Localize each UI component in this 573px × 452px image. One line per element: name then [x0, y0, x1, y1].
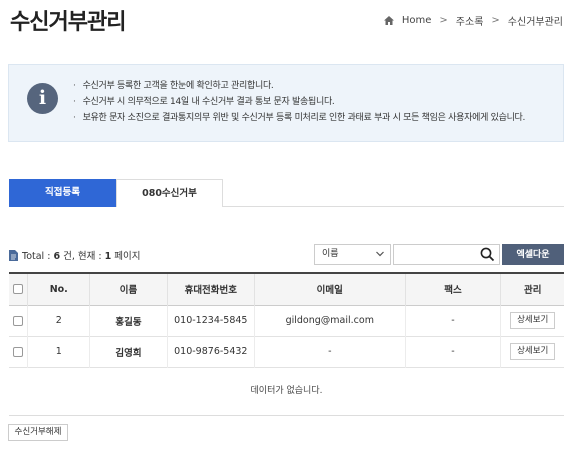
row-phone: 010-9876-5432 [166, 336, 255, 367]
table-row: 1 김영희 010-9876-5432 - - 상세보기 [9, 336, 564, 367]
row-checkbox[interactable] [13, 346, 23, 357]
row-phone: 010-1234-5845 [166, 305, 255, 336]
breadcrumb: Home > 주소록 > 수신거부관리 [383, 13, 563, 28]
row-manage: 상세보기 [500, 305, 564, 336]
header-fax: 팩스 [404, 273, 501, 305]
header-manage: 관리 [500, 273, 564, 305]
header-email: 이메일 [254, 273, 405, 305]
info-icon: i [27, 83, 58, 114]
breadcrumb-separator: > [439, 15, 448, 26]
row-checkbox-cell [9, 336, 28, 367]
table-row: 2 홍길동 010-1234-5845 gildong@mail.com - 상… [9, 305, 564, 336]
breadcrumb-address-book[interactable]: 주소록 [456, 13, 484, 28]
info-line-1: 수신거부 등록한 고객을 한눈에 확인하고 관리합니다. [73, 78, 525, 94]
detail-button[interactable]: 상세보기 [510, 343, 556, 360]
info-line-3: 보유한 문자 소진으로 결과통지의무 위반 및 수신거부 등록 미처리로 인한 … [73, 110, 526, 126]
total-text: Total : 6 건, 현재 : 1 페이지 [22, 251, 141, 262]
table-header-row: No. 이름 휴대전화번호 이메일 팩스 관리 [9, 273, 564, 305]
row-checkbox[interactable] [13, 315, 23, 326]
tab-080-reject[interactable]: 080수신거부 [116, 179, 223, 207]
breadcrumb-separator: > [491, 15, 500, 26]
header-no: No. [27, 273, 90, 305]
info-line-2: 수신거부 시 의무적으로 14일 내 수신거부 결과 통보 문자 발송됩니다. [73, 94, 525, 110]
search-field-value: 이름 [322, 249, 339, 259]
excel-download-button[interactable]: 엑셀다운 [502, 244, 564, 265]
tab-direct-register[interactable]: 직접등록 [9, 179, 116, 207]
release-reject-button[interactable]: 수신거부해제 [8, 424, 68, 441]
select-all-cell [9, 273, 28, 305]
home-icon[interactable] [383, 16, 394, 25]
total-summary: Total : 6 건, 현재 : 1 페이지 [9, 248, 140, 262]
breadcrumb-home[interactable]: Home [402, 15, 432, 26]
header-phone: 휴대전화번호 [166, 273, 255, 305]
row-checkbox-cell [9, 305, 28, 336]
row-no: 2 [27, 305, 90, 336]
row-manage: 상세보기 [500, 336, 564, 367]
row-fax: - [404, 336, 501, 367]
tab-bar: 직접등록 080수신거부 [9, 179, 564, 207]
info-box: i 수신거부 등록한 고객을 한눈에 확인하고 관리합니다. 수신거부 시 의무… [8, 64, 564, 142]
row-fax: - [404, 305, 501, 336]
search-icon[interactable] [480, 247, 495, 262]
empty-message: 데이터가 없습니다. [9, 366, 564, 416]
header-name: 이름 [89, 273, 168, 305]
document-icon [9, 249, 18, 261]
row-name: 김영희 [89, 336, 168, 367]
row-email: gildong@mail.com [254, 305, 405, 336]
row-name: 홍길동 [89, 305, 168, 336]
search-field-select[interactable]: 이름 [314, 244, 391, 265]
chevron-down-icon [376, 251, 384, 257]
reject-list-table: No. 이름 휴대전화번호 이메일 팩스 관리 2 홍길동 010-1234-5… [9, 272, 564, 368]
page-title: 수신거부관리 [10, 10, 126, 35]
row-email: - [254, 336, 405, 367]
breadcrumb-current: 수신거부관리 [507, 17, 563, 28]
select-all-checkbox[interactable] [13, 284, 23, 295]
info-list: 수신거부 등록한 고객을 한눈에 확인하고 관리합니다. 수신거부 시 의무적으… [73, 78, 526, 126]
detail-button[interactable]: 상세보기 [510, 312, 556, 329]
row-no: 1 [27, 336, 90, 367]
